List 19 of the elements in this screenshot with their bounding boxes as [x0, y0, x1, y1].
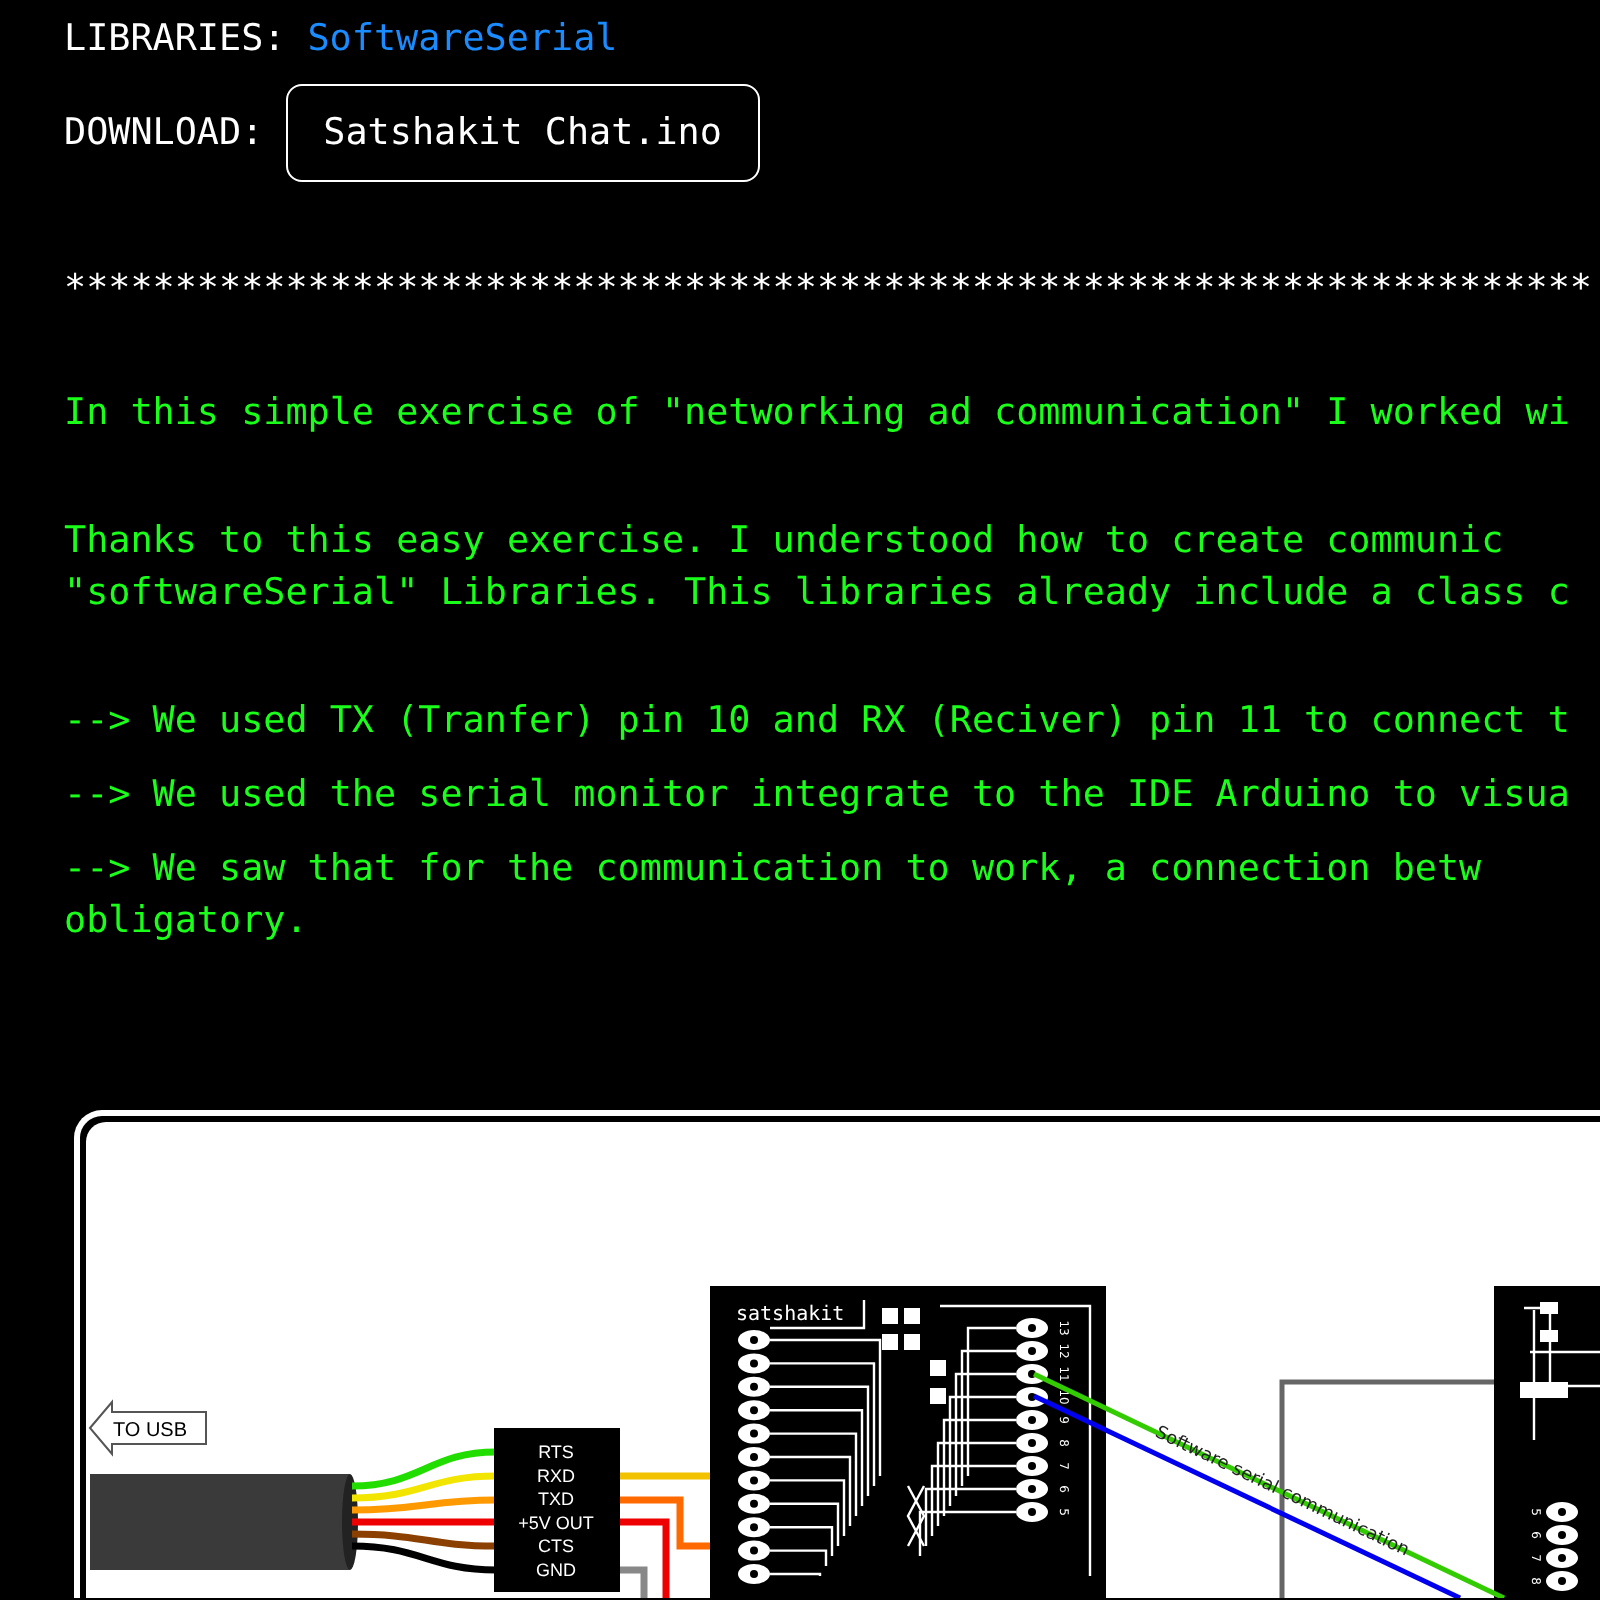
bullet-text: --> We saw that for the communication to work, a connection betw obligatory. — [64, 846, 1484, 946]
pin-label: RXD — [537, 1465, 575, 1486]
paragraph: Thanks to this easy exercise. I understood how to create communic "softwareSerial" Libraries. This libraries already include a class c — [64, 518, 1572, 618]
pin-label: +5V OUT — [518, 1512, 594, 1533]
library-link[interactable]: SoftwareSerial — [307, 14, 618, 66]
paragraph: In this simple exercise of "networking ad communication" I worked wi — [64, 390, 1572, 438]
download-button[interactable]: Satshakit Chat.ino — [285, 84, 760, 182]
arrow-icon — [88, 1399, 207, 1457]
pin-label: CTS — [538, 1536, 574, 1557]
board-label: satshakit — [736, 1304, 845, 1326]
pin-label: GND — [536, 1560, 576, 1580]
download-label: DOWNLOAD: — [64, 109, 264, 157]
libraries-label: LIBRARIES: — [64, 16, 286, 64]
bullet-text: --> We used the serial monitor integrate to the IDE Arduino to visua — [64, 772, 1572, 820]
bullet-text: --> We used TX (Tranfer) pin 10 and RX (Reciver) pin 11 to connect t — [64, 698, 1572, 746]
usb-label: TO USB — [112, 1420, 188, 1442]
pin-label: RTS — [538, 1442, 574, 1462]
separator-line: ********************************************************************* — [64, 266, 1594, 314]
pin-label: TXD — [538, 1489, 574, 1510]
